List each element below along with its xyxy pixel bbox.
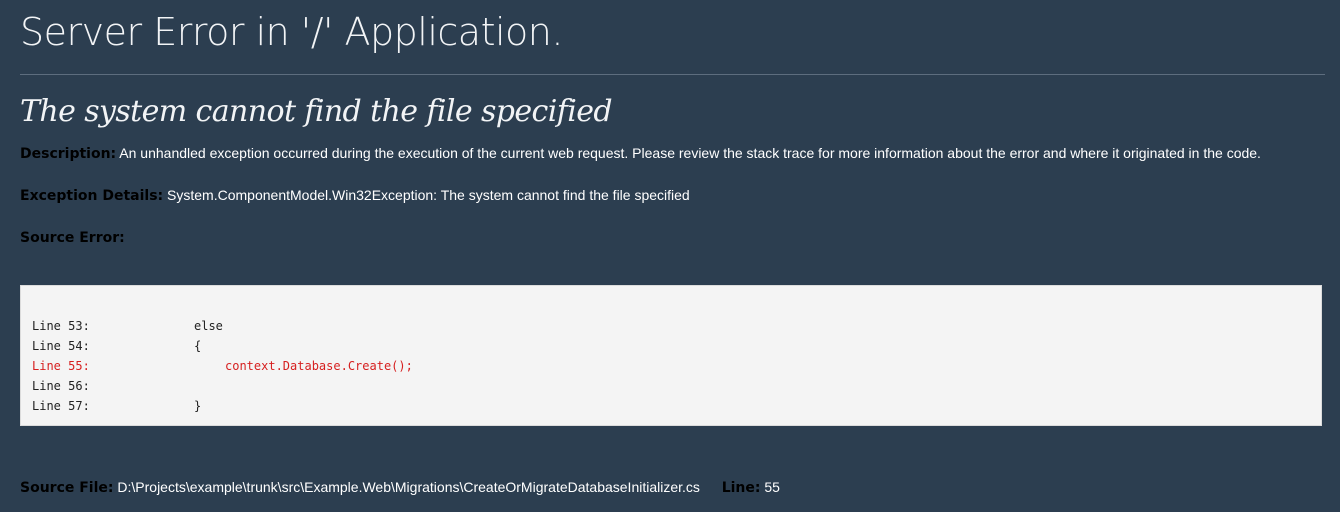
source-error-row: Source Error: xyxy=(20,228,125,247)
code-text: else xyxy=(194,319,223,333)
code-line: Line 57:} xyxy=(32,396,201,416)
source-line-label: Line: xyxy=(721,480,761,496)
description-row: Description: An unhandled exception occu… xyxy=(20,144,1261,163)
source-file-label: Source File: xyxy=(20,480,114,496)
code-text: } xyxy=(194,399,202,413)
description-label: Description: xyxy=(20,146,117,162)
source-code-block: Line 53: else Line 54: { Line 55: context.D… xyxy=(20,285,1322,426)
exception-details-text: System.ComponentModel.Win32Exception: Th… xyxy=(167,187,690,203)
code-line-highlighted: Line 55: context.Database.Create(); xyxy=(32,356,413,376)
header-divider xyxy=(20,74,1325,75)
source-error-label: Source Error: xyxy=(20,230,125,246)
description-text: An unhandled exception occurred during t… xyxy=(119,145,1261,161)
code-line: Line 53: else xyxy=(32,316,223,336)
code-text: { xyxy=(194,339,202,353)
line-number: Line 57: xyxy=(32,399,90,413)
source-line-value: 55 xyxy=(764,479,780,495)
line-number: Line 55: xyxy=(32,359,90,373)
code-line: Line 56: xyxy=(32,376,194,396)
exception-details-row: Exception Details: System.ComponentModel… xyxy=(20,186,690,205)
code-text: context.Database.Create(); xyxy=(225,359,413,373)
line-number: Line 53: xyxy=(32,319,90,333)
line-number: Line 56: xyxy=(32,379,90,393)
error-heading: The system cannot find the file specifie… xyxy=(20,94,613,129)
page-title: Server Error in '/' Application. xyxy=(20,10,563,54)
line-number: Line 54: xyxy=(32,339,90,353)
source-file-row: Source File: D:\Projects\example\trunk\s… xyxy=(20,478,780,497)
source-file-path: D:\Projects\example\trunk\src\Example.We… xyxy=(117,479,700,495)
code-line: Line 54: { xyxy=(32,336,201,356)
exception-details-label: Exception Details: xyxy=(20,188,164,204)
